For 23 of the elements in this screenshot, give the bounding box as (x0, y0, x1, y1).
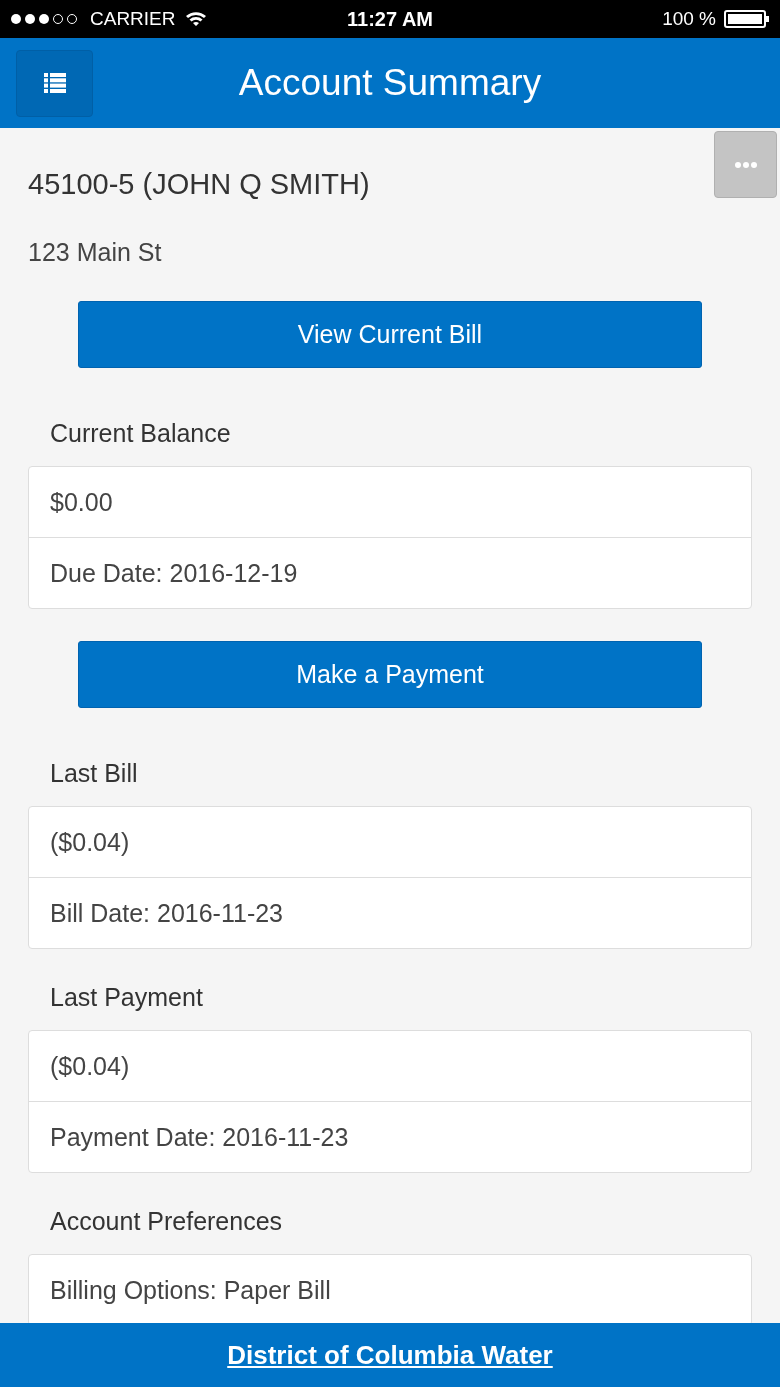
battery-icon (724, 10, 770, 28)
ellipsis-icon (734, 161, 757, 168)
carrier-name: CARRIER (90, 8, 176, 30)
info-row: Payment Date: 2016-11-23 (29, 1101, 751, 1172)
section-heading: Last Bill (50, 758, 139, 788)
clock-time: 11:27 AM (347, 7, 433, 31)
info-row-text: ($0.04) (49, 827, 131, 858)
section-heading: Last Payment (50, 982, 204, 1012)
action-button[interactable]: View Current Bill (78, 301, 702, 368)
section-heading: Account Preferences (50, 1206, 284, 1236)
list-icon (43, 73, 66, 93)
info-row-text: ($0.04) (49, 1051, 131, 1082)
info-row-text: $0.00 (49, 487, 114, 518)
info-row: Bill Date: 2016-11-23 (29, 877, 751, 948)
account-address: 123 Main St (28, 237, 163, 267)
page-title: Account Summary (237, 62, 543, 104)
battery-percent: 100 % (662, 8, 716, 30)
info-row: Due Date: 2016-12-19 (29, 537, 751, 608)
account-title: 45100-5 (JOHN Q SMITH) (28, 167, 371, 201)
action-button[interactable]: Make a Payment (78, 641, 702, 708)
section-heading: Current Balance (50, 418, 232, 448)
menu-button[interactable] (16, 49, 93, 117)
info-row-text: Billing Options: Paper Bill (49, 1275, 332, 1306)
